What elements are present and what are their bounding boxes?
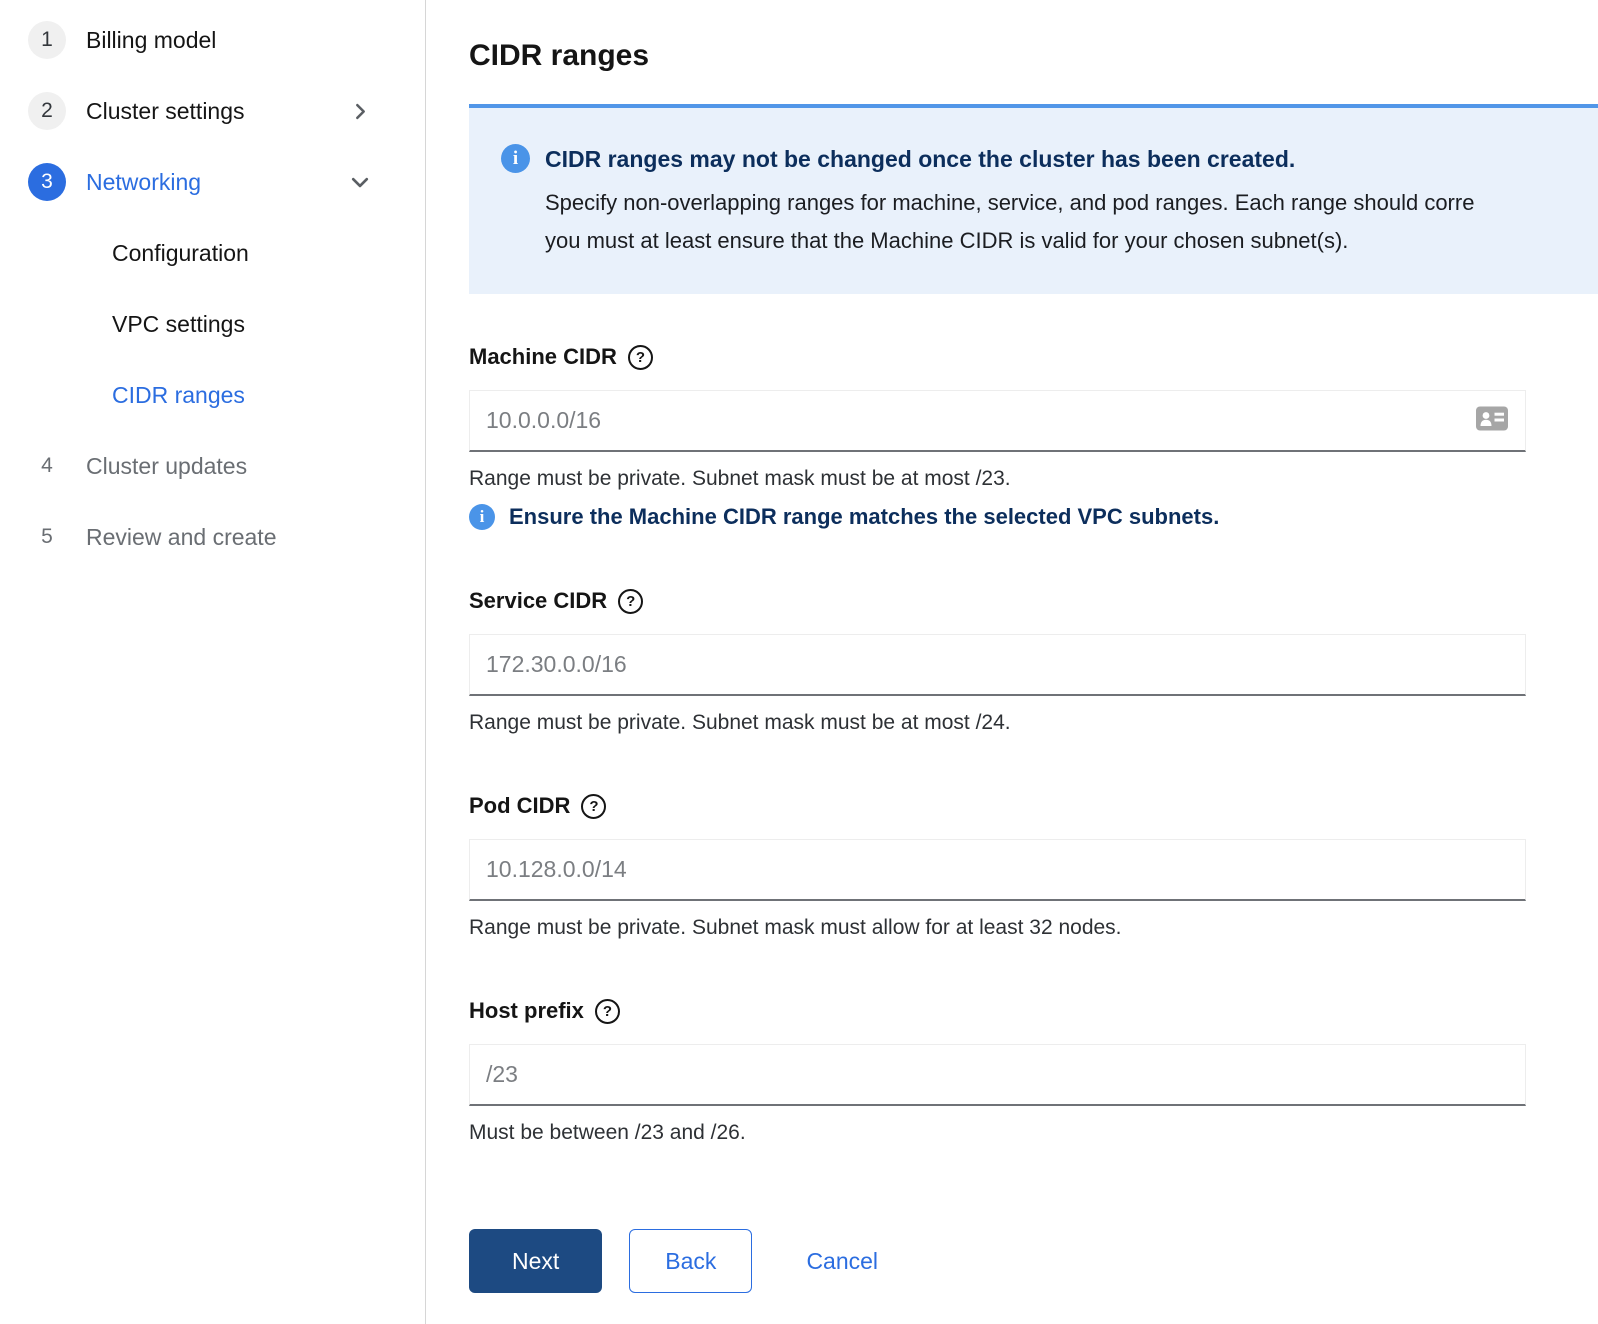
field-label-row: Machine CIDR ? xyxy=(469,344,1598,370)
wizard-step-billing-model[interactable]: 1 Billing model xyxy=(0,18,425,62)
field-label-row: Pod CIDR ? xyxy=(469,793,1598,819)
info-alert-title: CIDR ranges may not be changed once the … xyxy=(545,144,1474,174)
wizard-layout: 1 Billing model 2 Cluster settings 3 Net… xyxy=(0,0,1598,1324)
service-cidr-helper-text: Range must be private. Subnet mask must … xyxy=(469,711,1598,735)
info-alert-description-line: Specify non-overlapping ranges for machi… xyxy=(545,184,1474,222)
substep-label: VPC settings xyxy=(112,311,245,338)
question-circle-icon[interactable]: ? xyxy=(581,794,606,819)
page-title: CIDR ranges xyxy=(469,38,1598,74)
host-prefix-field-group: Host prefix ? Must be between /23 and /2… xyxy=(469,998,1598,1145)
info-alert: i CIDR ranges may not be changed once th… xyxy=(469,104,1598,294)
wizard-step-cluster-settings[interactable]: 2 Cluster settings xyxy=(0,89,425,133)
step-number-badge: 5 xyxy=(28,518,66,556)
question-circle-icon[interactable]: ? xyxy=(595,999,620,1024)
machine-cidr-note: i Ensure the Machine CIDR range matches … xyxy=(469,504,1598,530)
substep-label: CIDR ranges xyxy=(112,382,245,409)
pod-cidr-field-group: Pod CIDR ? Range must be private. Subnet… xyxy=(469,793,1598,940)
chevron-down-icon xyxy=(351,173,369,191)
pod-cidr-label: Pod CIDR xyxy=(469,793,570,819)
cancel-button[interactable]: Cancel xyxy=(806,1229,878,1293)
substep-label: Configuration xyxy=(112,240,249,267)
host-prefix-input-wrap xyxy=(469,1044,1526,1106)
machine-cidr-input[interactable] xyxy=(469,390,1526,452)
step-label: Billing model xyxy=(86,27,216,54)
step-label: Cluster settings xyxy=(86,98,245,125)
next-button[interactable]: Next xyxy=(469,1229,602,1293)
machine-cidr-input-wrap xyxy=(469,390,1526,452)
cidr-ranges-panel: CIDR ranges i CIDR ranges may not be cha… xyxy=(426,0,1598,1324)
question-circle-icon[interactable]: ? xyxy=(618,589,643,614)
wizard-substep-configuration[interactable]: Configuration xyxy=(0,231,425,275)
service-cidr-input-wrap xyxy=(469,634,1526,696)
machine-cidr-note-text: Ensure the Machine CIDR range matches th… xyxy=(509,504,1219,530)
host-prefix-helper-text: Must be between /23 and /26. xyxy=(469,1121,1598,1145)
machine-cidr-label: Machine CIDR xyxy=(469,344,617,370)
chevron-right-icon xyxy=(352,103,369,120)
step-number-badge: 4 xyxy=(28,447,66,485)
step-number-badge: 3 xyxy=(28,163,66,201)
step-number-badge: 1 xyxy=(28,21,66,59)
wizard-substep-vpc-settings[interactable]: VPC settings xyxy=(0,302,425,346)
step-label: Review and create xyxy=(86,524,277,551)
wizard-step-networking[interactable]: 3 Networking xyxy=(0,160,425,204)
wizard-step-cluster-updates: 4 Cluster updates xyxy=(0,444,425,488)
info-alert-description: Specify non-overlapping ranges for machi… xyxy=(545,184,1474,260)
back-button[interactable]: Back xyxy=(629,1229,752,1293)
field-label-row: Host prefix ? xyxy=(469,998,1598,1024)
machine-cidr-helper-text: Range must be private. Subnet mask must … xyxy=(469,467,1598,491)
wizard-nav-sidebar: 1 Billing model 2 Cluster settings 3 Net… xyxy=(0,0,426,1324)
field-label-row: Service CIDR ? xyxy=(469,588,1598,614)
host-prefix-label: Host prefix xyxy=(469,998,584,1024)
info-icon: i xyxy=(469,504,495,530)
pod-cidr-helper-text: Range must be private. Subnet mask must … xyxy=(469,916,1598,940)
question-circle-icon[interactable]: ? xyxy=(628,345,653,370)
pod-cidr-input-wrap xyxy=(469,839,1526,901)
machine-cidr-field-group: Machine CIDR ? Range must be private. Su… xyxy=(469,344,1598,530)
wizard-step-review-and-create: 5 Review and create xyxy=(0,515,425,559)
info-alert-content: CIDR ranges may not be changed once the … xyxy=(545,144,1474,260)
wizard-substep-cidr-ranges[interactable]: CIDR ranges xyxy=(0,373,425,417)
step-label: Networking xyxy=(86,169,201,196)
pod-cidr-input[interactable] xyxy=(469,839,1526,901)
info-icon: i xyxy=(501,144,530,173)
address-card-autofill-icon[interactable] xyxy=(1476,407,1508,436)
host-prefix-input[interactable] xyxy=(469,1044,1526,1106)
info-alert-description-line: you must at least ensure that the Machin… xyxy=(545,222,1474,260)
service-cidr-input[interactable] xyxy=(469,634,1526,696)
service-cidr-label: Service CIDR xyxy=(469,588,607,614)
service-cidr-field-group: Service CIDR ? Range must be private. Su… xyxy=(469,588,1598,735)
wizard-footer: Next Back Cancel xyxy=(469,1229,1598,1293)
step-label: Cluster updates xyxy=(86,453,247,480)
step-number-badge: 2 xyxy=(28,92,66,130)
